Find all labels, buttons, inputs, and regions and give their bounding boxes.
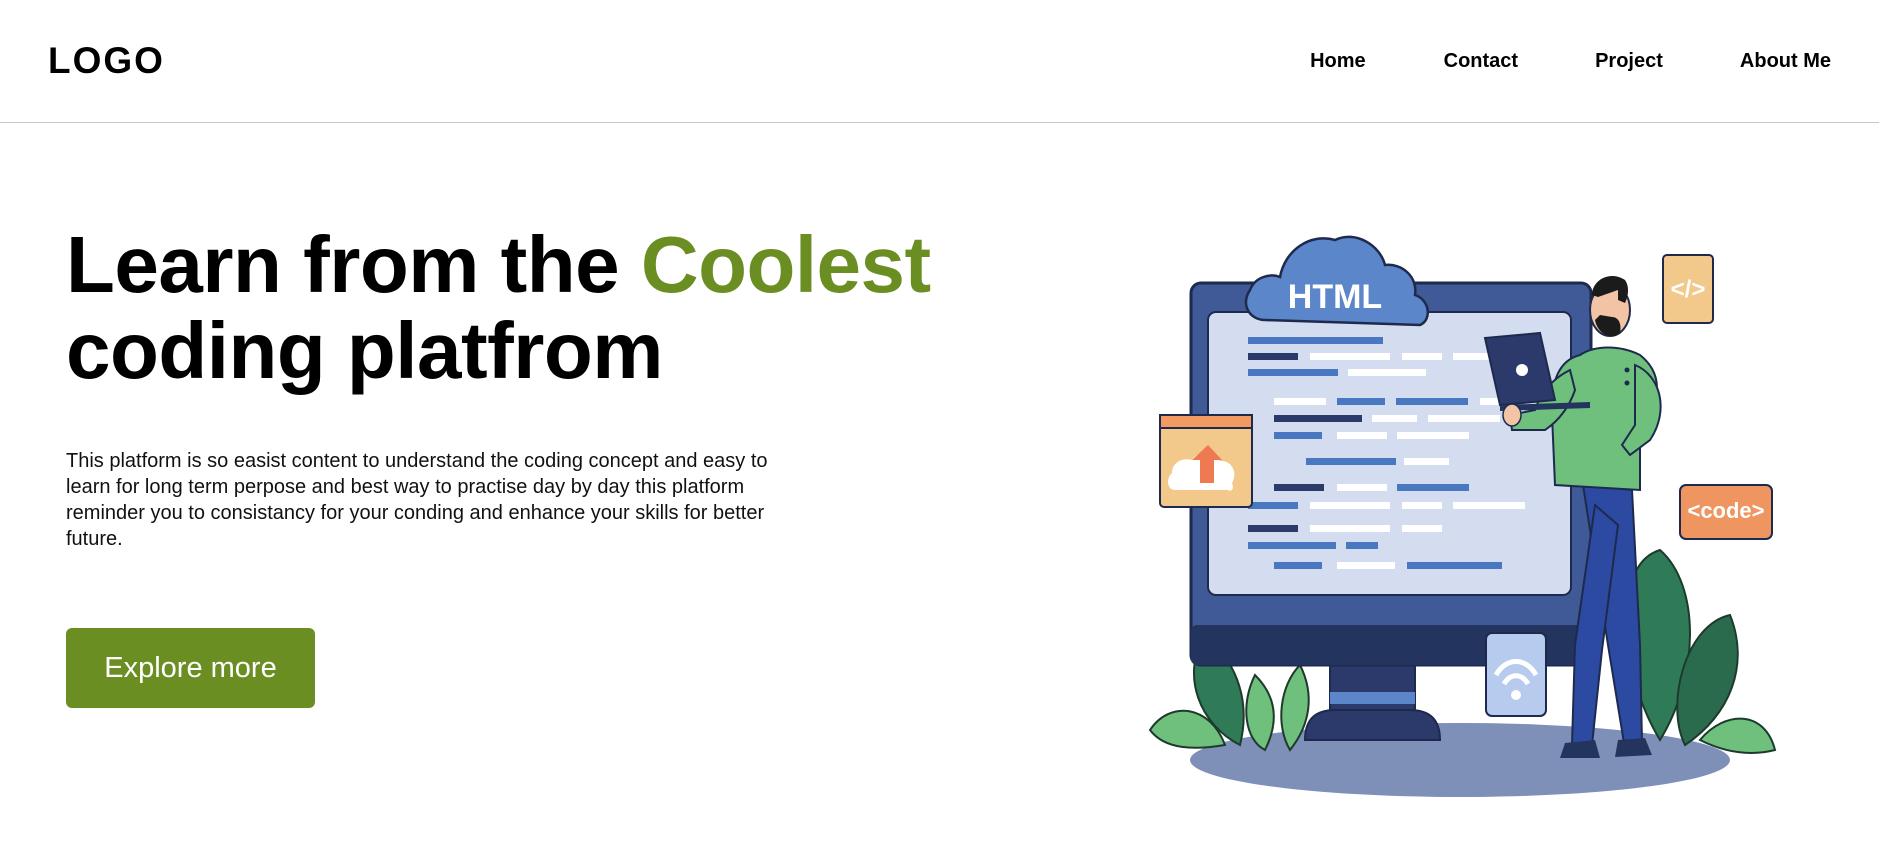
nav-home-link[interactable]: Home: [1310, 48, 1366, 74]
hero-title: Learn from the Coolest coding platfrom: [66, 222, 1046, 394]
code-tag-text: </>: [1671, 276, 1706, 303]
hero-illustration: HTML </> <code>: [1148, 235, 1777, 797]
monitor-stand: [1303, 659, 1442, 741]
hero-title-part1: Learn from the: [66, 220, 641, 309]
nav-project-link[interactable]: Project: [1595, 48, 1663, 74]
site-header: LOGO Home Contact Project About Me: [0, 0, 1879, 123]
hero-title-accent: Coolest: [640, 220, 931, 309]
code-tag-icon: </>: [1662, 254, 1714, 324]
upload-card-icon: [1159, 414, 1253, 508]
hero-title-part2: coding platfrom: [66, 306, 663, 395]
hero-description: This platform is so easist content to un…: [66, 450, 768, 550]
logo[interactable]: LOGO: [48, 38, 165, 84]
plant-right-icon: [1625, 548, 1777, 754]
nav-about-me-link[interactable]: About Me: [1740, 48, 1831, 74]
explore-more-button[interactable]: Explore more: [66, 628, 315, 708]
code-badge-icon: <code>: [1679, 484, 1773, 540]
code-badge-text: <code>: [1687, 498, 1764, 523]
main-nav: Home Contact Project About Me: [1310, 48, 1831, 74]
wifi-card-icon: [1485, 632, 1547, 717]
html-cloud-icon: HTML: [1244, 235, 1429, 327]
nav-contact-link[interactable]: Contact: [1444, 48, 1518, 74]
cloud-text: HTML: [1288, 278, 1382, 316]
